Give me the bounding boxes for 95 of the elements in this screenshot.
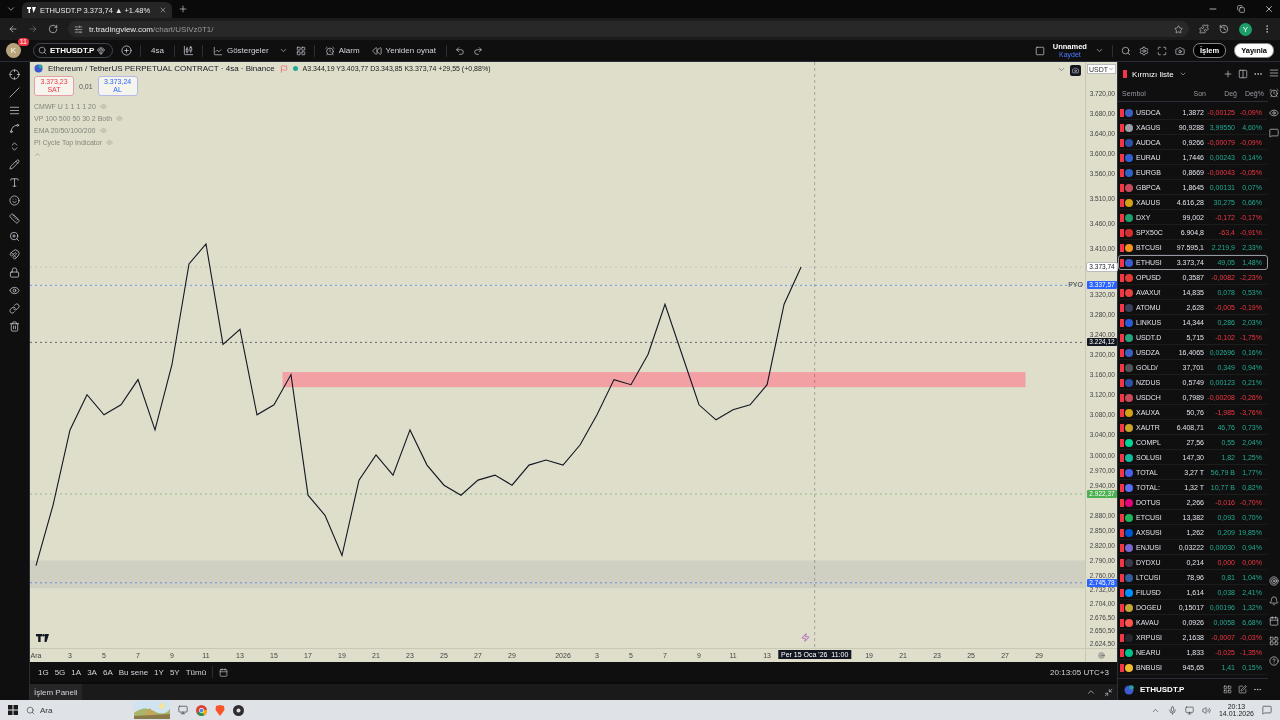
- range-button[interactable]: Tümü: [185, 667, 207, 677]
- coin-icon: [1124, 684, 1134, 695]
- chart-icon[interactable]: [212, 45, 223, 56]
- chat-icon[interactable]: [1269, 128, 1279, 138]
- lines-icon[interactable]: [9, 105, 20, 116]
- caret-icon[interactable]: [278, 46, 288, 55]
- browser-icon[interactable]: [196, 704, 207, 716]
- indicators-button[interactable]: Göstergeler: [210, 45, 271, 56]
- close-icon[interactable]: [159, 6, 167, 14]
- range-button[interactable]: 3A: [87, 667, 97, 677]
- panel-tab[interactable]: İşlem Paneli: [30, 684, 82, 700]
- redo-icon[interactable]: [473, 45, 483, 56]
- bell-icon[interactable]: [1269, 596, 1279, 606]
- alarm-button[interactable]: Alarm: [322, 45, 362, 56]
- status-dot: [292, 66, 298, 71]
- tab-list-icon[interactable]: [6, 4, 16, 14]
- search-icon[interactable]: [26, 705, 35, 715]
- pencil-icon[interactable]: [9, 159, 20, 170]
- trash-icon[interactable]: [9, 321, 20, 332]
- range-button[interactable]: 5Y: [169, 667, 180, 677]
- event-icon: [800, 633, 810, 642]
- caret-icon[interactable]: [1094, 46, 1104, 55]
- calendar-icon[interactable]: [1269, 616, 1279, 626]
- alarm-icon[interactable]: [324, 45, 335, 56]
- flag-icon: [1123, 70, 1127, 78]
- arrows-icon[interactable]: [9, 141, 20, 152]
- expand-icon[interactable]: [1086, 687, 1096, 697]
- chart-title[interactable]: Ethereum / TetherUS PERPETUAL CONTRACT · 4sa · Binance: [48, 64, 275, 73]
- fullscreen-icon[interactable]: [1156, 45, 1167, 56]
- eye-icon[interactable]: [1269, 108, 1279, 118]
- watchlist-title[interactable]: Kırmızı liste: [1132, 69, 1174, 79]
- notification-icon[interactable]: [1262, 705, 1272, 715]
- logo-icon: [27, 7, 36, 13]
- layout-icon[interactable]: [1034, 45, 1045, 56]
- gem-icon[interactable]: [97, 46, 106, 55]
- eye-icon[interactable]: [9, 285, 20, 296]
- shield-icon[interactable]: [215, 704, 225, 716]
- range-button[interactable]: 1G: [38, 667, 49, 677]
- close-icon[interactable]: [1264, 4, 1274, 14]
- address-field[interactable]: tr.tradingview.com/chart/USiVz0T1/: [68, 21, 1189, 37]
- taskbar-search[interactable]: Ara: [40, 705, 53, 715]
- record-icon[interactable]: [233, 704, 244, 716]
- mic-icon[interactable]: [1167, 705, 1177, 715]
- range-button[interactable]: Bu sene: [118, 667, 149, 677]
- replay-button[interactable]: Yeniden oynat: [369, 45, 438, 56]
- caret-icon[interactable]: [1178, 70, 1187, 78]
- site-settings-icon[interactable]: [74, 24, 83, 34]
- calendar-icon[interactable]: [219, 667, 229, 677]
- zoom-in-icon[interactable]: [9, 231, 20, 242]
- footer-symbol[interactable]: ETHUSDT.P: [1140, 685, 1185, 694]
- layout-icon[interactable]: [1238, 69, 1248, 79]
- back-icon[interactable]: [8, 24, 18, 34]
- extension-icon[interactable]: [1199, 24, 1209, 34]
- link-icon[interactable]: [9, 303, 20, 314]
- clock-text[interactable]: 20:13:05 UTC+3: [1050, 667, 1109, 677]
- windows-icon[interactable]: [8, 705, 18, 715]
- line-icon[interactable]: [9, 87, 20, 98]
- grid-icon[interactable]: [1223, 685, 1232, 694]
- watchlist-icon[interactable]: [1269, 68, 1279, 78]
- ruler-icon[interactable]: [9, 213, 20, 224]
- target-icon[interactable]: [1269, 576, 1279, 586]
- star-icon[interactable]: [1174, 24, 1183, 34]
- restore-icon[interactable]: [1237, 5, 1245, 13]
- add-icon[interactable]: [1223, 69, 1233, 79]
- undo-icon[interactable]: [455, 45, 465, 56]
- add-symbol-icon[interactable]: [121, 45, 132, 56]
- reload-icon[interactable]: [48, 24, 58, 34]
- help-icon[interactable]: [1269, 656, 1279, 666]
- rewind-icon[interactable]: [371, 45, 382, 56]
- more-icon[interactable]: [1253, 685, 1262, 694]
- smiley-icon[interactable]: [9, 195, 20, 206]
- templates-icon[interactable]: [295, 45, 306, 56]
- coin-icon: [34, 64, 43, 73]
- apps-icon[interactable]: [1269, 636, 1279, 646]
- search-icon[interactable]: [1120, 45, 1131, 56]
- alarm-icon[interactable]: [1269, 88, 1279, 98]
- logo-icon: [36, 634, 49, 642]
- new-tab-icon[interactable]: [178, 4, 188, 14]
- network-icon[interactable]: [1184, 705, 1194, 715]
- magnet-icon[interactable]: [9, 249, 20, 260]
- task-view-icon[interactable]: [178, 705, 188, 715]
- search-icon[interactable]: [38, 46, 47, 55]
- lock-icon[interactable]: [9, 267, 20, 278]
- range-button[interactable]: 1A: [71, 667, 82, 677]
- range-button[interactable]: 1Y: [154, 667, 164, 677]
- history-icon[interactable]: [1219, 24, 1229, 34]
- range-button[interactable]: 6A: [102, 667, 113, 677]
- text-icon[interactable]: [9, 177, 20, 188]
- interval-button[interactable]: 4sa: [149, 46, 166, 55]
- edit-icon[interactable]: [1238, 685, 1247, 694]
- range-button[interactable]: 5G: [54, 667, 66, 677]
- curve-icon[interactable]: [9, 123, 20, 134]
- candles-icon[interactable]: [182, 45, 194, 56]
- camera-icon[interactable]: [1174, 45, 1185, 56]
- crosshair-icon[interactable]: [9, 69, 20, 80]
